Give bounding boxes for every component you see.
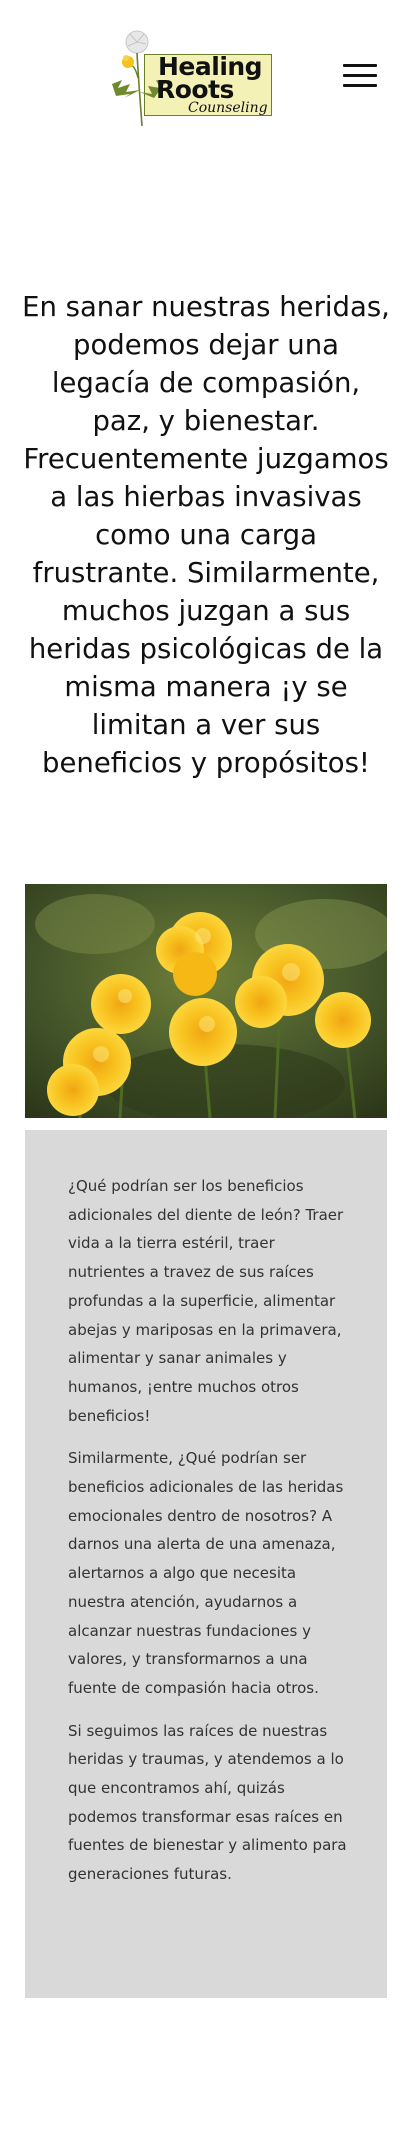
dandelion-flowers-image	[25, 884, 387, 1118]
logo-text-roots: Roots	[156, 75, 234, 104]
card-paragraph: Similarmente, ¿Qué podrían ser beneficio…	[68, 1449, 344, 1697]
site-header: Healing Roots Counseling	[0, 0, 412, 130]
card-paragraph: Si seguimos las raíces de nuestras herid…	[68, 1721, 347, 1884]
hamburger-menu-icon[interactable]	[340, 60, 380, 90]
hero-heading: En sanar nuestras heridas, podemos dejar…	[22, 291, 390, 779]
logo-text-counseling: Counseling	[188, 100, 268, 116]
card-text: ¿Qué podrían ser los beneficios adiciona…	[68, 1172, 350, 1903]
healing-roots-logo[interactable]: Healing Roots Counseling	[110, 28, 282, 128]
card-paragraph: ¿Qué podrían ser los beneficios adiciona…	[68, 1177, 344, 1425]
dandelion-photo-illustration	[25, 884, 387, 1118]
dandelion-benefits-card: ¿Qué podrían ser los beneficios adiciona…	[25, 1130, 387, 1998]
